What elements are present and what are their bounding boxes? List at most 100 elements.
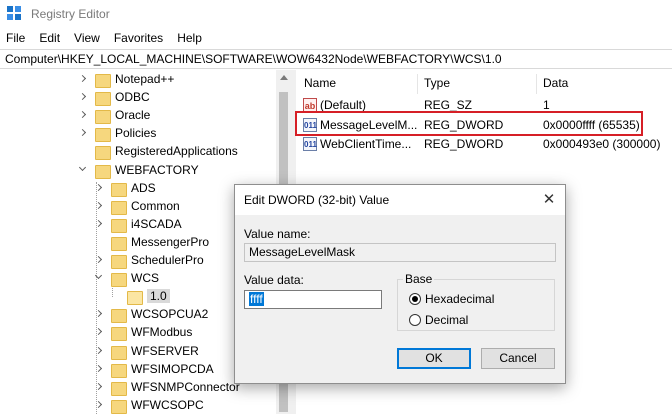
column-name-header[interactable]: Name xyxy=(304,76,336,90)
tree-item-label: ODBC xyxy=(115,90,150,105)
dialog-title-bar: Edit DWORD (32-bit) Value xyxy=(235,185,565,215)
folder-icon xyxy=(111,271,127,288)
tree-item[interactable]: MessengerPro xyxy=(94,233,209,251)
menu-favorites[interactable]: Favorites xyxy=(114,31,163,45)
string-value-icon: ab xyxy=(303,98,317,112)
column-data-header[interactable]: Data xyxy=(543,76,568,90)
chevron-right-icon[interactable] xyxy=(94,400,104,410)
tree-item[interactable]: Policies xyxy=(78,124,157,143)
highlight-annotation xyxy=(295,111,643,136)
chevron-right-icon[interactable] xyxy=(78,128,88,138)
menu-edit[interactable]: Edit xyxy=(39,31,60,45)
chevron-right-icon[interactable] xyxy=(94,201,104,211)
value-name: WebClientTime... xyxy=(320,137,412,151)
folder-icon xyxy=(95,108,111,125)
tree-item[interactable]: Common xyxy=(94,197,180,215)
chevron-right-icon[interactable] xyxy=(78,74,88,84)
column-separator[interactable] xyxy=(536,74,537,94)
tree-item[interactable]: WFWCSOPC xyxy=(94,396,204,414)
dialog-title: Edit DWORD (32-bit) Value xyxy=(244,193,390,207)
value-data: 1 xyxy=(543,98,550,112)
tree-item[interactable]: i4SCADA xyxy=(94,215,182,233)
window-title: Registry Editor xyxy=(31,7,110,21)
value-data-input[interactable]: ffff xyxy=(244,290,382,309)
hexadecimal-radio[interactable] xyxy=(409,293,421,305)
folder-icon xyxy=(95,126,111,143)
dword-value-icon: 011 xyxy=(303,137,317,151)
folder-icon xyxy=(111,217,127,233)
chevron-right-icon[interactable] xyxy=(94,309,104,319)
hexadecimal-label[interactable]: Hexadecimal xyxy=(425,292,494,306)
tree-item[interactable]: SchedulerPro xyxy=(94,251,204,269)
folder-icon xyxy=(95,90,111,107)
folder-icon xyxy=(111,307,127,324)
tree-item-label: WFWCSOPC xyxy=(131,397,204,412)
menu-bar: File Edit View Favorites Help xyxy=(0,28,672,48)
folder-icon xyxy=(111,199,127,215)
column-type-header[interactable]: Type xyxy=(424,76,450,90)
tree-item-label: WFModbus xyxy=(131,325,193,340)
scroll-up-arrow-icon[interactable] xyxy=(280,75,288,80)
value-data: 0x000493e0 (300000) xyxy=(543,137,661,151)
menu-file[interactable]: File xyxy=(6,31,25,45)
tree-item-label: Policies xyxy=(115,126,157,141)
tree-item[interactable]: Oracle xyxy=(78,106,150,125)
tree-item[interactable]: WFModbus xyxy=(94,323,193,342)
value-row[interactable]: 011 WebClientTime... REG_DWORD 0x000493e0 (… xyxy=(296,135,672,154)
tree-item[interactable]: ODBC xyxy=(78,88,150,107)
tree-item[interactable]: 1.0 xyxy=(110,287,170,306)
cancel-button[interactable]: Cancel xyxy=(481,348,555,369)
chevron-right-icon[interactable] xyxy=(94,327,104,337)
folder-icon xyxy=(127,289,143,306)
folder-icon xyxy=(95,144,111,161)
column-separator[interactable] xyxy=(417,74,418,94)
chevron-down-icon[interactable] xyxy=(78,165,88,175)
value-type: REG_DWORD xyxy=(424,137,504,151)
close-icon[interactable]: ✕ xyxy=(541,192,557,208)
tree-item[interactable]: ADS xyxy=(94,179,156,197)
chevron-right-icon[interactable] xyxy=(94,364,104,374)
value-name-label: Value name: xyxy=(244,227,311,241)
folder-icon xyxy=(95,163,111,179)
decimal-radio[interactable] xyxy=(409,314,421,326)
decimal-label[interactable]: Decimal xyxy=(425,313,468,327)
folder-icon xyxy=(111,253,127,269)
tree-item[interactable]: WEBFACTORY xyxy=(78,161,199,179)
registry-editor-icon xyxy=(7,6,23,22)
edit-dword-dialog: Edit DWORD (32-bit) Value ✕ Value name: … xyxy=(234,184,566,384)
ok-button[interactable]: OK xyxy=(397,348,471,369)
folder-icon xyxy=(111,398,127,414)
tree-item[interactable]: Notepad++ xyxy=(78,70,174,88)
folder-icon xyxy=(111,362,127,378)
value-data-selected-text: ffff xyxy=(249,292,264,306)
chevron-right-icon[interactable] xyxy=(94,219,104,229)
tree-item-label: WCSOPCUA2 xyxy=(131,307,209,322)
tree-item[interactable]: WFSERVER xyxy=(94,342,199,360)
tree-item-label: i4SCADA xyxy=(131,216,182,231)
title-bar: Registry Editor xyxy=(0,0,672,28)
tree-item-label: WCS xyxy=(131,271,159,286)
tree-item[interactable]: RegisteredApplications xyxy=(78,142,238,161)
tree-item-label: WFSERVER xyxy=(131,343,199,358)
tree-item-label: MessengerPro xyxy=(131,234,210,249)
tree-item-label: SchedulerPro xyxy=(131,253,204,267)
value-type: REG_SZ xyxy=(424,98,473,112)
address-bar[interactable]: Computer\HKEY_LOCAL_MACHINE\SOFTWARE\WOW… xyxy=(0,49,672,69)
tree-item-label: ADS xyxy=(131,180,156,195)
tree-item[interactable]: WFSIMOPCDA xyxy=(94,360,214,378)
tree-item[interactable]: WCS xyxy=(94,269,159,288)
folder-icon xyxy=(111,235,127,251)
chevron-right-icon[interactable] xyxy=(94,382,104,392)
folder-icon xyxy=(111,181,127,197)
chevron-right-icon[interactable] xyxy=(94,346,104,356)
value-name-field[interactable]: MessageLevelMask xyxy=(244,243,556,262)
menu-view[interactable]: View xyxy=(74,31,100,45)
chevron-right-icon[interactable] xyxy=(94,255,104,265)
chevron-down-icon[interactable] xyxy=(94,273,104,283)
chevron-right-icon[interactable] xyxy=(78,110,88,120)
chevron-right-icon[interactable] xyxy=(78,92,88,102)
menu-help[interactable]: Help xyxy=(177,31,202,45)
tree-item[interactable]: WFSNMPConnector xyxy=(94,378,240,396)
tree-item[interactable]: WCSOPCUA2 xyxy=(94,305,209,324)
chevron-right-icon[interactable] xyxy=(94,183,104,193)
